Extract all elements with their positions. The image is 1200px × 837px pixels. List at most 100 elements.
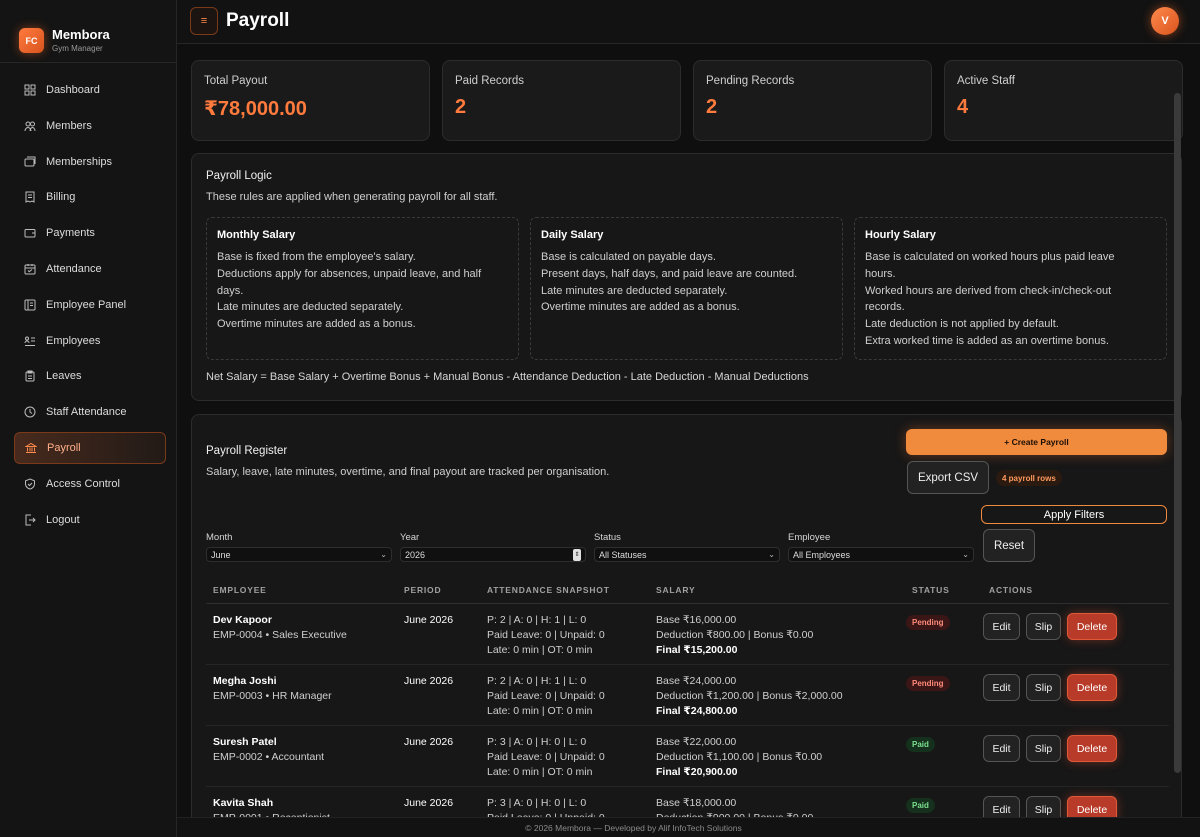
edit-button[interactable]: Edit [983, 613, 1020, 640]
payroll-logic-card: Payroll Logic These rules are applied wh… [191, 153, 1182, 401]
sidebar-item-label: Payroll [47, 441, 81, 454]
status-select[interactable]: All Statuses ⌄ [594, 547, 780, 562]
stat-label: Paid Records [455, 75, 525, 87]
column-header-attendance: ATTENDANCE SNAPSHOT [487, 585, 610, 595]
leave-counts: Paid Leave: 0 | Unpaid: 0 [487, 751, 605, 763]
export-csv-button[interactable]: Export CSV [907, 461, 989, 494]
chevron-down-icon: ⌄ [768, 550, 775, 559]
calendar-icon [24, 263, 36, 275]
rule-card-hourly-salary: Hourly Salary Base is calculated on worke… [854, 217, 1167, 360]
logic-title: Payroll Logic [206, 170, 272, 182]
slip-button[interactable]: Slip [1026, 735, 1061, 762]
main-scrollbar[interactable] [1174, 93, 1181, 773]
edit-button[interactable]: Edit [983, 735, 1020, 762]
stat-label: Pending Records [706, 75, 795, 87]
table-row: Kavita ShahEMP-0001 • Receptionist June 2… [206, 787, 1169, 817]
sidebar-item-employee-panel[interactable]: Employee Panel [14, 289, 166, 321]
page-title: Payroll [226, 10, 290, 31]
user-avatar[interactable]: V [1151, 7, 1179, 35]
period-cell: June 2026 [404, 797, 454, 809]
delete-button[interactable]: Delete [1067, 735, 1117, 762]
shield-icon [24, 478, 36, 490]
sidebar-nav: Dashboard Members Memberships Billing Paymen… [14, 74, 166, 539]
year-value: 2026 [405, 549, 426, 560]
sidebar-item-label: Employee Panel [46, 298, 127, 311]
table-row: Suresh Patel EMP-0002 • Accountant June 20… [206, 726, 1169, 787]
salary-cell: Base ₹18,000.00Deduction ₹900.00 | Bonus… [656, 796, 813, 817]
attendance-cell: P: 3 | A: 0 | H: 0 | L: 0Paid Leave: 0 |… [487, 796, 605, 817]
salary-deduction: Deduction ₹1,200.00 | Bonus ₹2,000.00 [656, 690, 843, 702]
apply-filters-button[interactable]: Apply Filters [981, 505, 1167, 524]
employee-value: All Employees [793, 549, 851, 560]
sidebar-item-label: Leaves [46, 370, 82, 383]
number-spinner-icon[interactable]: ⇕ [573, 548, 581, 561]
sidebar-item-label: Staff Attendance [46, 406, 127, 419]
rule-line: records. [865, 301, 905, 314]
delete-button[interactable]: Delete [1067, 613, 1117, 640]
sidebar-item-access-control[interactable]: Access Control [14, 468, 166, 500]
edit-button[interactable]: Edit [983, 796, 1020, 817]
wallet-icon [24, 227, 36, 239]
column-header-employee: EMPLOYEE [213, 585, 267, 595]
stat-card-paid-records: Paid Records 2 [442, 60, 681, 141]
hamburger-icon: ≡ [200, 15, 208, 27]
menu-toggle-button[interactable]: ≡ [190, 7, 218, 35]
salary-base: Base ₹22,000.00 [656, 736, 737, 748]
year-filter-label: Year [400, 532, 420, 543]
clipboard-icon [24, 370, 36, 382]
rule-line: days. [217, 284, 244, 297]
rule-title: Daily Salary [541, 229, 604, 241]
period-cell: June 2026 [404, 675, 454, 687]
slip-button[interactable]: Slip [1026, 796, 1061, 817]
sidebar-item-employees[interactable]: Employees [14, 325, 166, 357]
rule-line: Worked hours are derived from check-in/c… [865, 284, 1112, 297]
sidebar-item-members[interactable]: Members [14, 110, 166, 142]
rule-line: Base is fixed from the employee's salary… [217, 251, 416, 263]
delete-button[interactable]: Delete [1067, 796, 1117, 817]
salary-deduction: Deduction ₹1,100.00 | Bonus ₹0.00 [656, 751, 823, 763]
late-ot: Late: 0 min | OT: 0 min [487, 705, 593, 717]
table-row: Megha Joshi EMP-0003 • HR Manager June 202… [206, 665, 1169, 726]
sidebar-item-leaves[interactable]: Leaves [14, 360, 166, 392]
sidebar-item-attendance[interactable]: Attendance [14, 253, 166, 285]
leave-counts: Paid Leave: 0 | Unpaid: 0 [487, 690, 605, 702]
top-header: ≡ Payroll V [177, 0, 1200, 44]
main-content: Total Payout ₹78,000.00 Paid Records 2 P… [177, 45, 1185, 817]
sidebar-item-logout[interactable]: Logout [14, 504, 166, 536]
sidebar-item-payroll[interactable]: Payroll [14, 431, 166, 464]
slip-button[interactable]: Slip [1026, 613, 1061, 640]
column-header-salary: SALARY [656, 585, 696, 595]
month-select[interactable]: June ⌄ [206, 547, 392, 562]
brand[interactable]: FC Membora Gym Manager [0, 0, 176, 62]
delete-button[interactable]: Delete [1067, 674, 1117, 701]
attendance-counts: P: 2 | A: 0 | H: 1 | L: 0 [487, 614, 587, 626]
rule-line: Deductions apply for absences, unpaid le… [217, 267, 482, 280]
slip-button[interactable]: Slip [1026, 674, 1061, 701]
year-input[interactable]: 2026 ⇕ [400, 547, 586, 562]
clock-icon [24, 406, 36, 418]
sidebar-item-staff-attendance[interactable]: Staff Attendance [14, 396, 166, 428]
create-payroll-button[interactable]: + Create Payroll [906, 429, 1167, 455]
reset-button[interactable]: Reset [983, 529, 1035, 562]
employee-name: Dev Kapoor [213, 614, 272, 626]
sidebar-item-label: Attendance [46, 262, 102, 275]
sidebar-item-payments[interactable]: Payments [14, 217, 166, 249]
salary-cell: Base ₹24,000.00 Deduction ₹1,200.00 | Bon… [656, 674, 843, 719]
id-list-icon [24, 335, 36, 347]
employee-filter-label: Employee [788, 532, 831, 543]
employee-meta: EMP-0002 • Accountant [213, 751, 325, 763]
sidebar-divider [0, 62, 176, 63]
rule-line: Extra worked time is added as an overtim… [865, 334, 1109, 347]
sidebar-item-dashboard[interactable]: Dashboard [14, 74, 166, 106]
month-value: June [211, 549, 231, 560]
column-header-period: PERIOD [404, 585, 442, 595]
employee-select[interactable]: All Employees ⌄ [788, 547, 974, 562]
edit-button[interactable]: Edit [983, 674, 1020, 701]
sidebar-item-billing[interactable]: Billing [14, 181, 166, 213]
attendance-cell: P: 2 | A: 0 | H: 1 | L: 0 Paid Leave: 0 |… [487, 674, 605, 719]
users-icon [24, 120, 36, 132]
sidebar-item-memberships[interactable]: Memberships [14, 146, 166, 178]
column-header-actions: ACTIONS [989, 585, 1033, 595]
rule-line: Late minutes are deducted separately. [541, 284, 728, 297]
salary-final: Final ₹20,900.00 [656, 766, 738, 778]
